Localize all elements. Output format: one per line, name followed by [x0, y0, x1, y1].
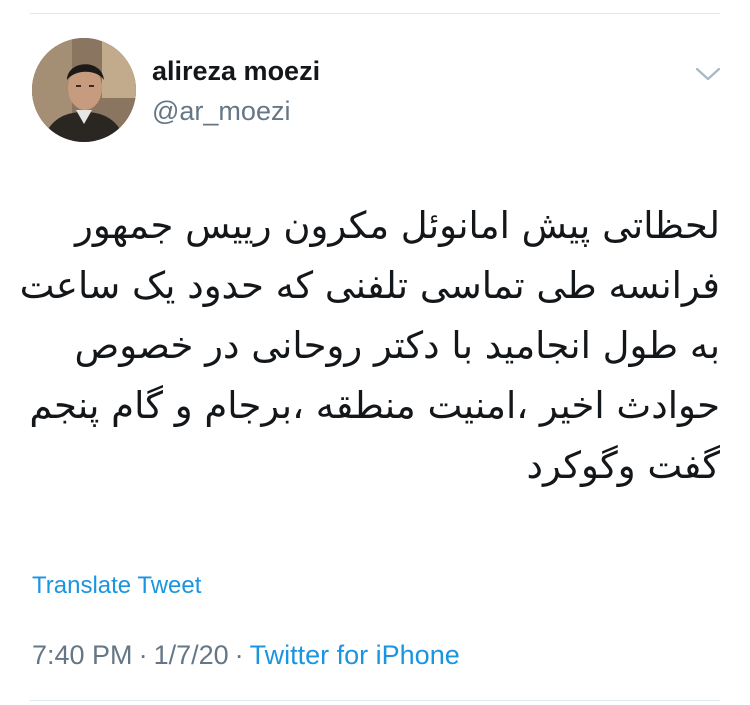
tweet-text: لحظاتی پیش امانوئل مکرون رییس جمهور فران…	[19, 196, 720, 496]
chevron-down-icon[interactable]	[693, 60, 723, 88]
tweet-time: 7:40 PM	[32, 640, 133, 670]
tweet-source-link[interactable]: Twitter for iPhone	[250, 640, 460, 670]
tweet-text-line: گفت وگوکرد	[526, 444, 720, 487]
meta-separator: ·	[138, 640, 148, 670]
tweet-text-line: به طول انجامید با دکتر روحانی در خصوص	[74, 324, 720, 367]
tweet-meta: 7:40 PM · 1/7/20 · Twitter for iPhone	[32, 640, 460, 671]
top-divider	[30, 13, 720, 14]
tweet-detail: alireza moezi @ar_moezi لحظاتی پیش امانو…	[0, 0, 750, 705]
bottom-divider	[30, 700, 720, 701]
avatar-image	[32, 38, 136, 142]
tweet-text-line: فرانسه طی تماسی تلفنی که حدود یک ساعت	[19, 264, 720, 307]
avatar[interactable]	[32, 38, 136, 142]
tweet-date: 1/7/20	[153, 640, 229, 670]
meta-separator: ·	[234, 640, 244, 670]
author-handle[interactable]: @ar_moezi	[152, 96, 290, 127]
translate-tweet-link[interactable]: Translate Tweet	[32, 572, 201, 600]
tweet-text-line: لحظاتی پیش امانوئل مکرون رییس جمهور	[75, 204, 720, 247]
author-display-name[interactable]: alireza moezi	[152, 56, 320, 87]
tweet-text-line: حوادث اخیر ،امنیت منطقه ،برجام و گام پنج…	[29, 384, 720, 427]
